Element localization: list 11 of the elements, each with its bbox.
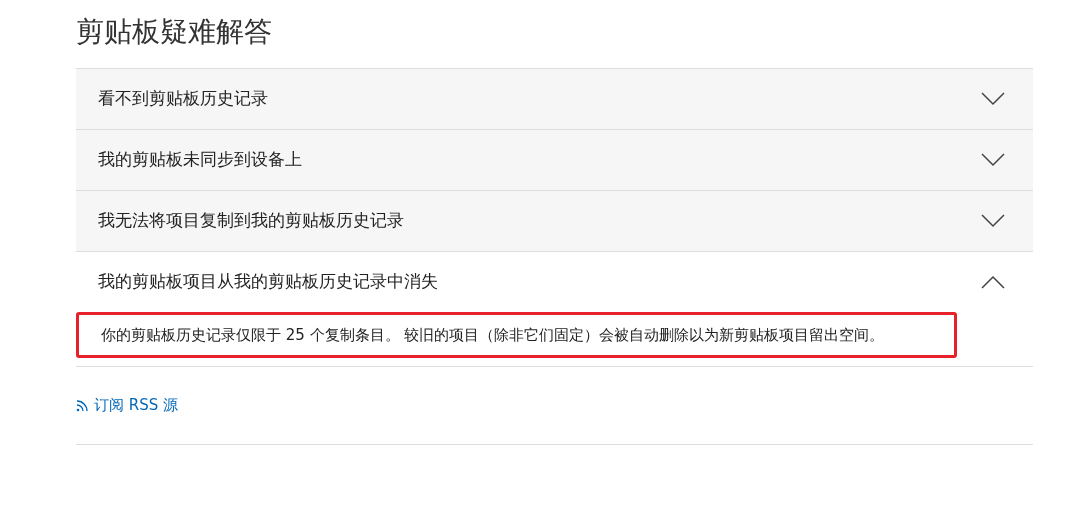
chevron-down-icon xyxy=(981,92,1005,106)
rss-link[interactable]: 订阅 RSS 源 xyxy=(76,394,178,417)
chevron-up-icon xyxy=(981,275,1005,289)
accordion-header[interactable]: 看不到剪贴板历史记录 xyxy=(76,69,1033,129)
accordion-header[interactable]: 我的剪贴板未同步到设备上 xyxy=(76,130,1033,190)
page-title: 剪贴板疑难解答 xyxy=(76,14,272,50)
accordion-header[interactable]: 我无法将项目复制到我的剪贴板历史记录 xyxy=(76,191,1033,251)
rss-icon xyxy=(76,399,88,412)
chevron-down-icon xyxy=(981,153,1005,167)
chevron-down-icon xyxy=(981,214,1005,228)
answer-text: 你的剪贴板历史记录仅限于 25 个复制条目。 较旧的项目（除非它们固定）会被自动删除以为新剪贴板项目留出空间。 xyxy=(76,312,957,358)
